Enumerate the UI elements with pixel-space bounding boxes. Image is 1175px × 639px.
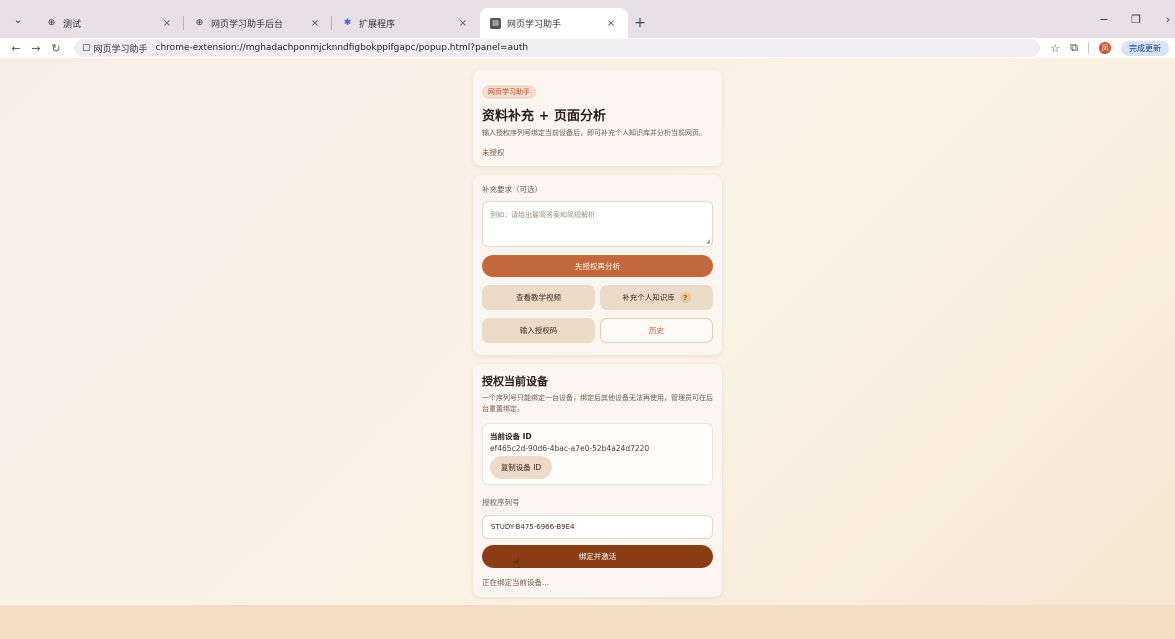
history-button[interactable]: 历史 xyxy=(600,318,713,343)
tutorial-video-label: 查看教学视频 xyxy=(516,293,561,302)
supplement-input[interactable]: 例如：请给出最简答案和简短解析 ◢ xyxy=(482,201,713,247)
tab-title: 网页学习助手后台 xyxy=(211,19,284,30)
page-title: 资料补充 + 页面分析 xyxy=(482,109,606,124)
auth-status: 未授权 xyxy=(482,148,505,157)
plus-icon: + xyxy=(634,15,646,31)
header-card: 网页学习助手 资料补充 + 页面分析 输入授权序列号绑定当前设备后，即可补充个人… xyxy=(473,70,722,166)
analysis-card: 补充要求（可选） 例如：请给出最简答案和简短解析 ◢ 先授权再分析 查看教学视频… xyxy=(473,175,722,355)
serial-label: 授权序列号 xyxy=(482,498,520,507)
puzzle-icon: ✱ xyxy=(343,18,352,28)
window-controls: − ❐ › xyxy=(1097,0,1175,38)
close-icon[interactable]: × xyxy=(160,18,174,29)
browser-toolbar: ← → ↻ ▢ 网页学习助手 chrome-extension://mghada… xyxy=(0,38,1175,58)
bind-activate-label: 绑定并激活 xyxy=(578,552,617,561)
help-icon[interactable]: ? xyxy=(679,292,691,303)
tab-test[interactable]: ⊕ 测试 × xyxy=(36,8,184,38)
bind-activate-button[interactable]: 绑定并激活 ☝ xyxy=(482,545,713,572)
tab-search-button[interactable]: ⌄ xyxy=(0,0,36,38)
extension-icon: ▢ xyxy=(82,43,91,53)
action-row-1: 查看教学视频 补充个人知识库 ? xyxy=(482,285,713,310)
popup-page: 网页学习助手 资料补充 + 页面分析 输入授权序列号绑定当前设备后，即可补充个人… xyxy=(0,58,1175,639)
tab-assistant[interactable]: ▤ 网页学习助手 × xyxy=(480,8,628,38)
action-row-2: 输入授权码 历史 xyxy=(482,318,713,343)
serial-value: STUDY-B475-6966-B9E4 xyxy=(491,523,575,531)
forward-icon[interactable]: → xyxy=(26,42,46,55)
reload-icon[interactable]: ↻ xyxy=(46,42,66,55)
toolbar-actions: ☆ ⧉ 凤 完成更新 xyxy=(1040,40,1175,56)
bookmark-star-icon[interactable]: ☆ xyxy=(1050,42,1060,55)
auth-title: 授权当前设备 xyxy=(482,375,548,388)
close-icon[interactable]: × xyxy=(604,18,618,29)
app-badge: 网页学习助手 xyxy=(482,85,536,99)
supplement-placeholder: 例如：请给出最简答案和简短解析 xyxy=(490,211,595,219)
auth-card: 授权当前设备 一个序列号只能绑定一台设备，绑定后其他设备无法再使用，管理员可在后… xyxy=(473,364,722,597)
globe-icon: ⊕ xyxy=(47,18,56,28)
page-description: 输入授权序列号绑定当前设备后，即可补充个人知识库并分析当前网页。 xyxy=(482,129,706,137)
restore-icon[interactable]: ❐ xyxy=(1129,13,1143,26)
device-info-box: 当前设备 ID ef465c2d-90d6-4bac-a7e0-52b4a24d… xyxy=(482,423,713,485)
serial-input[interactable]: STUDY-B475-6966-B9E4 xyxy=(482,515,713,539)
address-bar[interactable]: ▢ 网页学习助手 chrome-extension://mghadachponm… xyxy=(74,39,1041,57)
url-text: chrome-extension://mghadachponmjcknndfig… xyxy=(155,43,529,53)
tab-title: 网页学习助手 xyxy=(507,19,562,30)
history-label: 历史 xyxy=(649,326,664,335)
new-tab-button[interactable]: + xyxy=(628,8,652,38)
supplement-label: 补充要求（可选） xyxy=(482,185,542,194)
minimize-icon[interactable]: − xyxy=(1097,13,1111,26)
device-id-label: 当前设备 ID xyxy=(490,432,532,441)
page-footer-band xyxy=(0,605,1175,639)
window-close-icon[interactable]: › xyxy=(1161,13,1175,26)
extensions-puzzle-icon[interactable]: ⧉ xyxy=(1070,41,1078,55)
extension-page-icon: ▤ xyxy=(490,17,501,29)
enter-code-label: 输入授权码 xyxy=(519,326,558,335)
profile-avatar[interactable]: 凤 xyxy=(1099,42,1111,54)
auth-description: 一个序列号只能绑定一台设备，绑定后其他设备无法再使用，管理员可在后台重置绑定。 xyxy=(482,394,713,413)
toolbar-divider xyxy=(1088,42,1089,54)
enter-code-button[interactable]: 输入授权码 xyxy=(482,318,595,343)
back-icon[interactable]: ← xyxy=(6,42,26,55)
knowledge-base-button[interactable]: 补充个人知识库 ? xyxy=(600,285,713,310)
chevron-down-icon: ⌄ xyxy=(13,12,23,26)
tab-strip: ⌄ ⊕ 测试 × ⊕ 网页学习助手后台 × ✱ 扩展程序 × ▤ 网页学习助手 … xyxy=(0,0,1175,38)
tab-extensions[interactable]: ✱ 扩展程序 × xyxy=(332,8,480,38)
site-chip: 网页学习助手 xyxy=(93,44,148,55)
tutorial-video-button[interactable]: 查看教学视频 xyxy=(482,285,595,310)
binding-status: 正在绑定当前设备... xyxy=(482,578,550,587)
tab-admin[interactable]: ⊕ 网页学习助手后台 × xyxy=(184,8,332,38)
device-id-value: ef465c2d-90d6-4bac-a7e0-52b4a24d7220 xyxy=(490,444,650,453)
update-button[interactable]: 完成更新 xyxy=(1121,40,1169,56)
hand-cursor-icon: ☝ xyxy=(512,556,521,572)
knowledge-base-label: 补充个人知识库 xyxy=(622,293,675,302)
close-icon[interactable]: × xyxy=(456,18,470,29)
copy-device-id-button[interactable]: 复制设备 ID xyxy=(490,456,552,479)
tab-title: 测试 xyxy=(63,19,82,30)
close-icon[interactable]: × xyxy=(308,18,322,29)
tab-title: 扩展程序 xyxy=(359,19,396,30)
resize-grip-icon[interactable]: ◢ xyxy=(705,238,710,245)
analyze-button[interactable]: 先授权再分析 xyxy=(482,255,713,277)
globe-icon: ⊕ xyxy=(195,18,204,28)
